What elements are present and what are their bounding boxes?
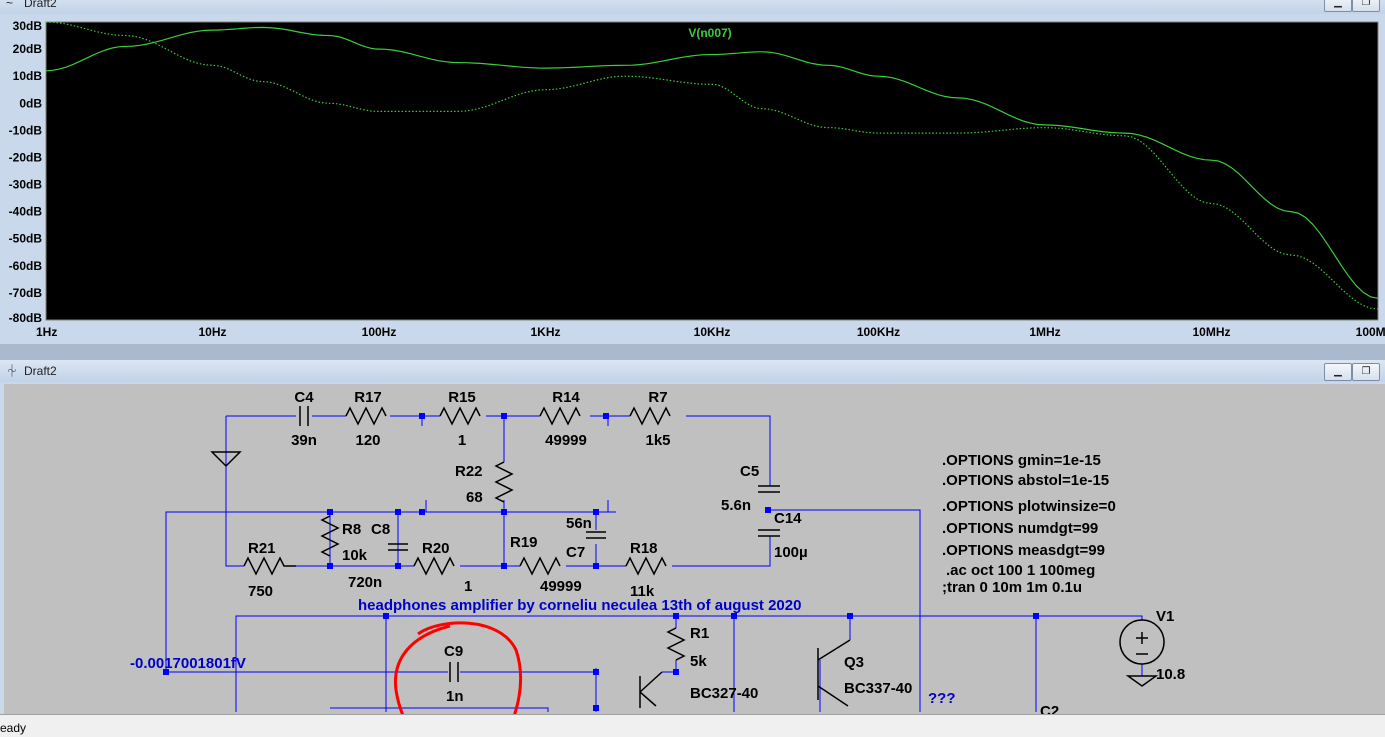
component-name-r17[interactable]: R17	[354, 389, 382, 406]
schematic-window-titlebar[interactable]: ⏆ Draft2 ▁ ❐	[0, 360, 1385, 382]
component-value-r15[interactable]: 1	[458, 432, 466, 449]
y-tick-label: 0dB	[19, 96, 42, 110]
component-value-r14[interactable]: 49999	[545, 432, 587, 449]
restore-button[interactable]: ❐	[1352, 0, 1380, 12]
status-bar: eady	[0, 714, 1385, 737]
schematic-drawing[interactable]: C4 39n R17 120 R15 1 R14 49999 R7 1k5 R22 68 C5 5.6n C…	[4, 384, 1385, 714]
component-value-c14[interactable]: 100µ	[774, 544, 808, 561]
component-name-c8[interactable]: C8	[371, 521, 390, 538]
x-tick-label: 1KHz	[530, 325, 560, 339]
x-tick-label: 10MHz	[1192, 325, 1230, 339]
status-text: eady	[0, 721, 27, 735]
waveform-icon: ~	[6, 0, 14, 10]
x-tick-label: 100MHz	[1356, 325, 1385, 339]
component-value-r17[interactable]: 120	[355, 432, 380, 449]
component-name-r8[interactable]: R8	[342, 521, 361, 538]
schematic-icon: ⏆	[6, 364, 19, 378]
component-name-r21[interactable]: R21	[248, 540, 276, 557]
component-name-c4[interactable]: C4	[294, 389, 314, 406]
restore-button[interactable]: ❐	[1352, 363, 1380, 381]
component-value-r19[interactable]: 49999	[540, 578, 582, 595]
trace-title[interactable]: V(n007)	[688, 26, 731, 40]
y-tick-label: 10dB	[13, 69, 43, 83]
component-name-r19[interactable]: R19	[510, 534, 538, 551]
y-tick-label: 30dB	[13, 19, 43, 33]
y-tick-label: 20dB	[13, 42, 43, 56]
schematic-window-title: Draft2	[24, 364, 57, 378]
spice-directive[interactable]: .OPTIONS plotwinsize=0	[942, 498, 1116, 515]
plot-background	[45, 21, 1379, 321]
component-name-r1[interactable]: R1	[690, 625, 709, 642]
plot-window: ~ Draft2 ▁ ❐ 30dB 20dB 10dB 0dB -10dB -20dB -3…	[0, 0, 1385, 344]
component-value-r21[interactable]: 750	[248, 583, 273, 600]
x-tick-label: 10Hz	[198, 325, 226, 339]
y-tick-label: -30dB	[9, 178, 43, 192]
spice-directive[interactable]: .OPTIONS abstol=1e-15	[942, 472, 1109, 489]
component-name-c2[interactable]: C2	[1040, 703, 1059, 714]
component-name-v1[interactable]: V1	[1156, 608, 1174, 625]
y-tick-label: -60dB	[9, 259, 43, 273]
component-value-r1[interactable]: 5k	[690, 653, 707, 670]
spice-directive[interactable]: .OPTIONS numdgt=99	[942, 520, 1098, 537]
component-name-r18[interactable]: R18	[630, 540, 658, 557]
y-tick-label: -50dB	[9, 232, 43, 246]
component-name-r22[interactable]: R22	[455, 463, 483, 480]
q1-model-label[interactable]: BC327-40	[690, 685, 758, 702]
component-value-r20[interactable]: 1	[464, 578, 472, 595]
component-name-r14[interactable]: R14	[552, 389, 580, 406]
component-name-r20[interactable]: R20	[422, 540, 450, 557]
x-tick-label: 100Hz	[362, 325, 397, 339]
y-tick-label: -10dB	[9, 123, 43, 137]
component-value-v1[interactable]: 10.8	[1156, 666, 1185, 683]
minimize-button[interactable]: ▁	[1324, 0, 1352, 12]
component-value-c7[interactable]: 56n	[566, 515, 592, 532]
component-value-c9[interactable]: 1n	[446, 688, 464, 705]
component-name-c7[interactable]: C7	[566, 544, 585, 561]
component-value-q3[interactable]: BC337-40	[844, 680, 912, 697]
x-tick-label: 1Hz	[36, 325, 57, 339]
node-voltage-label[interactable]: -0.0017001801fV	[130, 655, 246, 672]
component-value-r8[interactable]: 10k	[342, 547, 368, 564]
schematic-canvas[interactable]: C4 39n R17 120 R15 1 R14 49999 R7 1k5 R22 68 C5 5.6n C…	[4, 384, 1385, 714]
y-tick-label: -80dB	[9, 311, 43, 325]
component-value-r7[interactable]: 1k5	[645, 432, 670, 449]
y-tick-label: -40dB	[9, 205, 43, 219]
minimize-button[interactable]: ▁	[1324, 363, 1352, 381]
component-name-q3[interactable]: Q3	[844, 654, 864, 671]
spice-directive[interactable]: .OPTIONS measdgt=99	[942, 542, 1105, 559]
component-name-c5[interactable]: C5	[740, 463, 759, 480]
component-name-r15[interactable]: R15	[448, 389, 476, 406]
plot-window-title: Draft2	[24, 0, 57, 10]
y-tick-label: -20dB	[9, 150, 43, 164]
y-tick-label: -70dB	[9, 286, 43, 300]
spice-directive[interactable]: .OPTIONS gmin=1e-15	[942, 452, 1101, 469]
waveform-chart[interactable]: 30dB 20dB 10dB 0dB -10dB -20dB -30dB -40dB -50dB…	[0, 14, 1385, 340]
component-value-c5[interactable]: 5.6n	[721, 497, 751, 514]
unknown-net-label[interactable]: ???	[928, 690, 956, 707]
plot-window-titlebar[interactable]: ~ Draft2 ▁ ❐	[0, 0, 1385, 14]
component-name-c14[interactable]: C14	[774, 510, 802, 527]
x-tick-label: 1MHz	[1029, 325, 1060, 339]
waveform-plot-area[interactable]: 30dB 20dB 10dB 0dB -10dB -20dB -30dB -40dB -50dB…	[0, 14, 1385, 340]
spice-directive[interactable]: ;tran 0 10m 1m 0.1u	[942, 579, 1082, 596]
component-value-c8[interactable]: 720n	[348, 574, 382, 591]
component-value-c4[interactable]: 39n	[291, 432, 317, 449]
component-value-r22[interactable]: 68	[466, 489, 483, 506]
x-tick-label: 100KHz	[857, 325, 900, 339]
x-tick-label: 10KHz	[694, 325, 731, 339]
schematic-comment[interactable]: headphones amplifier by corneliu neculea…	[358, 597, 801, 614]
component-name-r7[interactable]: R7	[648, 389, 667, 406]
component-name-c9[interactable]: C9	[444, 643, 463, 660]
junctions	[163, 413, 1039, 711]
spice-directive[interactable]: .ac oct 100 1 100meg	[946, 562, 1095, 579]
schematic-window: ⏆ Draft2 ▁ ❐ C4 39n R17 120 R15 1 R14 49…	[0, 360, 1385, 714]
